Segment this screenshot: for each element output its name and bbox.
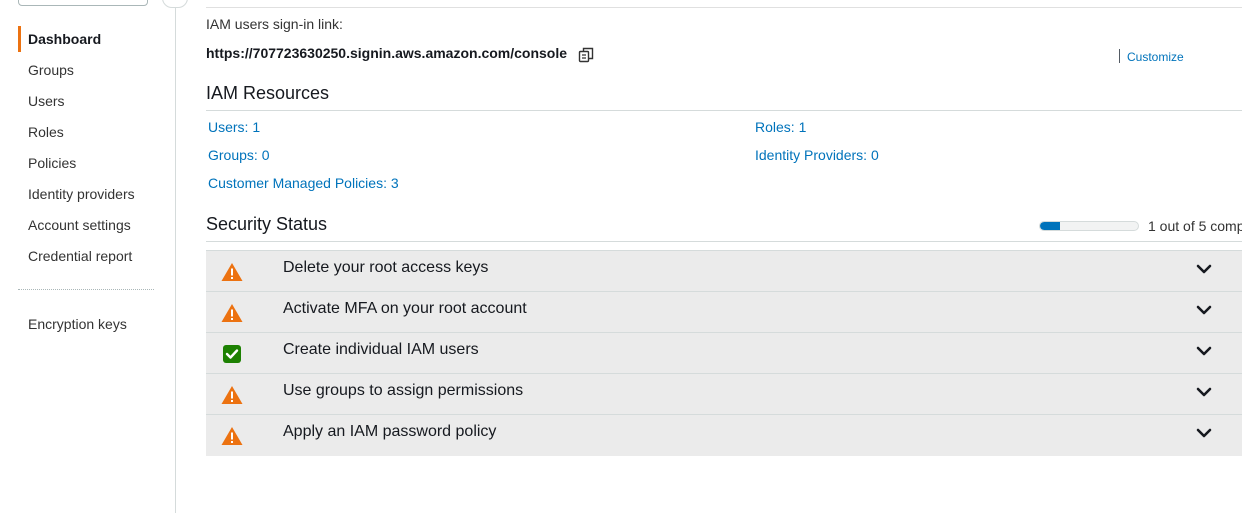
warning-icon bbox=[221, 427, 243, 445]
copy-icon[interactable] bbox=[577, 46, 595, 64]
security-status-divider bbox=[206, 241, 1242, 242]
sidebar-search-input[interactable] bbox=[18, 0, 148, 6]
chevron-down-icon[interactable] bbox=[1196, 386, 1212, 398]
security-status-item-label: Activate MFA on your root account bbox=[283, 300, 527, 317]
users-count-link[interactable]: Users: 1 bbox=[208, 119, 260, 135]
sidebar-item-dashboard[interactable]: Dashboard bbox=[18, 26, 168, 52]
security-status-list: Delete your root access keys Activate MFA… bbox=[206, 250, 1242, 456]
chevron-down-icon[interactable] bbox=[1196, 427, 1212, 439]
chevron-down-icon[interactable] bbox=[1196, 345, 1212, 357]
security-status-item-label: Apply an IAM password policy bbox=[283, 423, 497, 440]
sidebar-item-roles[interactable]: Roles bbox=[18, 119, 168, 145]
sidebar-divider bbox=[18, 289, 154, 290]
security-progress-bar bbox=[1039, 221, 1139, 231]
security-status-item[interactable]: Use groups to assign permissions bbox=[206, 374, 1242, 415]
security-status-item-label: Delete your root access keys bbox=[283, 259, 489, 276]
customize-container: Customize bbox=[1119, 49, 1184, 64]
iam-resources-title: IAM Resources bbox=[206, 83, 330, 103]
sidebar-item-encryption-keys[interactable]: Encryption keys bbox=[18, 311, 168, 337]
warning-icon bbox=[221, 304, 243, 322]
sidebar-item-policies[interactable]: Policies bbox=[18, 150, 168, 176]
security-status-title: Security Status bbox=[206, 214, 328, 234]
section-divider bbox=[206, 7, 1242, 8]
sidebar-item-credential-report[interactable]: Credential report bbox=[18, 243, 168, 269]
check-icon bbox=[223, 345, 241, 363]
security-progress-fill bbox=[1040, 222, 1060, 230]
chevron-down-icon[interactable] bbox=[1196, 263, 1212, 275]
signin-url: https://707723630250.signin.aws.amazon.c… bbox=[206, 45, 568, 61]
sidebar-collapse-toggle[interactable] bbox=[162, 0, 188, 8]
sidebar-item-users[interactable]: Users bbox=[18, 88, 168, 114]
sidebar-item-identity-providers[interactable]: Identity providers bbox=[18, 181, 168, 207]
iam-resources-divider bbox=[206, 110, 1242, 111]
roles-count-link[interactable]: Roles: 1 bbox=[755, 119, 806, 135]
security-status-item-label: Create individual IAM users bbox=[283, 341, 479, 358]
identity-providers-count-link[interactable]: Identity Providers: 0 bbox=[755, 147, 879, 163]
signin-link-label: IAM users sign-in link: bbox=[206, 16, 343, 32]
sidebar-item-groups[interactable]: Groups bbox=[18, 57, 168, 83]
customer-managed-policies-link[interactable]: Customer Managed Policies: 3 bbox=[208, 175, 399, 191]
sidebar: Dashboard Groups Users Roles Policies Id… bbox=[0, 0, 188, 513]
security-status-item-label: Use groups to assign permissions bbox=[283, 382, 524, 399]
groups-count-link[interactable]: Groups: 0 bbox=[208, 147, 269, 163]
dashboard-main: IAM users sign-in link: https://70772363… bbox=[206, 0, 1242, 513]
sidebar-item-account-settings[interactable]: Account settings bbox=[18, 212, 168, 238]
security-status-item[interactable]: Create individual IAM users bbox=[206, 333, 1242, 374]
security-status-item[interactable]: Apply an IAM password policy bbox=[206, 415, 1242, 456]
security-status-item[interactable]: Activate MFA on your root account bbox=[206, 292, 1242, 333]
security-progress-text: 1 out of 5 complete. bbox=[1148, 218, 1242, 234]
customize-separator bbox=[1119, 49, 1120, 63]
warning-icon bbox=[221, 386, 243, 404]
chevron-down-icon[interactable] bbox=[1196, 304, 1212, 316]
warning-icon bbox=[221, 263, 243, 281]
customize-link[interactable]: Customize bbox=[1127, 50, 1184, 64]
security-status-item[interactable]: Delete your root access keys bbox=[206, 251, 1242, 292]
